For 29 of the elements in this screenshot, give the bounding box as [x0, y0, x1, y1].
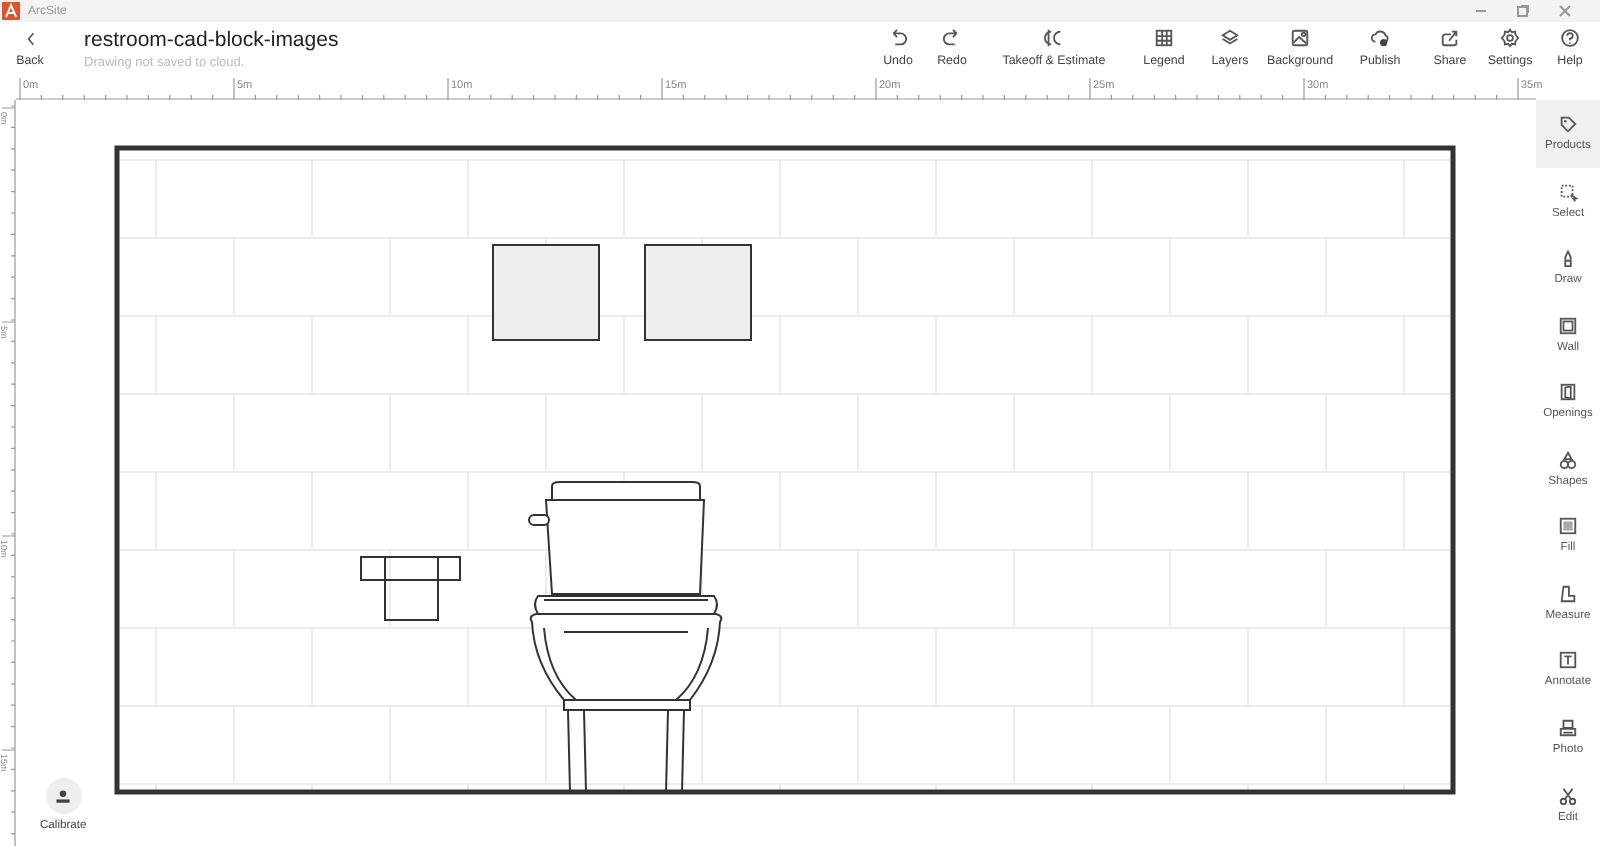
- minimize-icon[interactable]: [1474, 4, 1488, 18]
- cloud-upload-icon: [1370, 28, 1390, 48]
- picture-frame: [492, 244, 600, 341]
- dollar-bracket-icon: [1044, 28, 1064, 48]
- close-icon[interactable]: [1558, 4, 1572, 18]
- undo-icon: [888, 28, 908, 48]
- ruler-pin-icon: [54, 787, 73, 805]
- pen-icon: [1558, 248, 1578, 269]
- help-icon: [1560, 28, 1580, 48]
- scissors-icon: [1558, 786, 1578, 807]
- tag-icon: [1558, 114, 1578, 135]
- fill-icon: [1558, 516, 1578, 537]
- toilet-paper-holder: [360, 556, 461, 621]
- picture-frame: [644, 244, 752, 341]
- grid-icon: [1154, 28, 1174, 48]
- text-box-icon: [1558, 650, 1578, 671]
- selection-icon: [1558, 181, 1578, 202]
- settings-icon: [1500, 28, 1520, 48]
- image-icon: [1290, 28, 1310, 48]
- shapes-icon: [1558, 449, 1578, 470]
- measure-icon: [1558, 583, 1578, 604]
- wall-icon: [1558, 315, 1578, 336]
- camera-stand-icon: [1558, 717, 1578, 738]
- door-icon: [1558, 382, 1578, 403]
- layers-icon: [1220, 28, 1240, 48]
- redo-icon: [942, 28, 962, 48]
- share-icon: [1440, 28, 1460, 48]
- drawing-title: restroom-cad-block-images: [84, 27, 339, 51]
- maximize-icon[interactable]: [1516, 4, 1530, 18]
